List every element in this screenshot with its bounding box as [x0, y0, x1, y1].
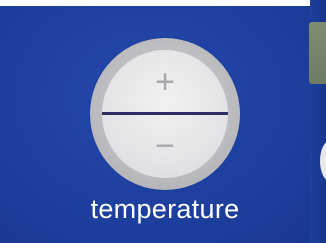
temperature-rocker-button[interactable]: + −: [90, 38, 240, 190]
plus-icon: +: [155, 63, 175, 101]
panel-top-edge: [0, 0, 326, 6]
minus-icon: −: [155, 127, 175, 165]
adjacent-display-edge: [309, 22, 326, 84]
control-panel: + − temperature: [0, 0, 326, 243]
temperature-decrease-button[interactable]: −: [102, 114, 228, 178]
temperature-rocker-face[interactable]: + −: [102, 50, 228, 178]
temperature-increase-button[interactable]: +: [102, 50, 228, 114]
temperature-label: temperature: [90, 194, 240, 224]
